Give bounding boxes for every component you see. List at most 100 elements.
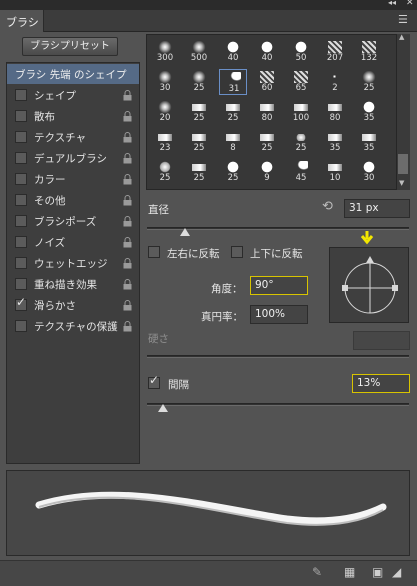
angle-roundness-widget[interactable] bbox=[329, 247, 409, 323]
brush-tip-item[interactable]: 25 bbox=[287, 129, 315, 155]
brush-option-item[interactable]: 滑らかさ bbox=[7, 295, 139, 316]
brush-tip-item[interactable]: 10 bbox=[321, 159, 349, 185]
brush-tip-item[interactable]: 60 bbox=[253, 69, 281, 95]
brush-tip-item[interactable]: 35 bbox=[321, 129, 349, 155]
brush-tip-item[interactable]: 23 bbox=[151, 129, 179, 155]
brush-tip-item[interactable]: 25 bbox=[253, 129, 281, 155]
brush-tip-item[interactable]: 31 bbox=[219, 69, 247, 95]
brush-tip-item[interactable]: 2 bbox=[321, 69, 349, 95]
lock-icon[interactable] bbox=[123, 153, 132, 164]
diameter-label: 直径 bbox=[148, 204, 169, 216]
scroll-up-icon[interactable]: ▲ bbox=[399, 33, 404, 41]
brush-option-checkbox[interactable] bbox=[15, 152, 27, 164]
lock-icon[interactable] bbox=[123, 174, 132, 185]
brush-option-item[interactable]: ウェットエッジ bbox=[7, 253, 139, 274]
roundness-input[interactable]: 100% bbox=[250, 305, 308, 324]
diameter-slider-knob[interactable] bbox=[180, 228, 190, 236]
lock-icon[interactable] bbox=[123, 279, 132, 290]
brush-tip-item[interactable]: 25 bbox=[151, 159, 179, 185]
close-icon[interactable]: ✕ bbox=[406, 0, 414, 8]
reset-size-icon[interactable]: ⟲ bbox=[322, 199, 333, 214]
brush-option-item[interactable]: デュアルブラシ bbox=[7, 148, 139, 169]
flip-y-checkbox[interactable] bbox=[231, 246, 243, 258]
brush-tip-item[interactable]: 80 bbox=[253, 99, 281, 125]
hardness-slider[interactable] bbox=[147, 355, 409, 358]
flip-x-checkbox[interactable] bbox=[148, 246, 160, 258]
lock-icon[interactable] bbox=[123, 111, 132, 122]
brush-tip-item[interactable]: 65 bbox=[287, 69, 315, 95]
brush-option-item[interactable]: 重ね描き効果 bbox=[7, 274, 139, 295]
brush-tip-item[interactable]: 80 bbox=[321, 99, 349, 125]
brush-tip-item[interactable]: 40 bbox=[253, 39, 281, 65]
toggle-brush-preview-icon[interactable]: ✎ bbox=[312, 565, 322, 579]
lock-icon[interactable] bbox=[123, 300, 132, 311]
hardness-input[interactable] bbox=[353, 331, 410, 350]
brush-tip-item[interactable]: 132 bbox=[355, 39, 383, 65]
spacing-checkbox[interactable] bbox=[148, 373, 160, 389]
section-brush-tip-shape[interactable]: ブラシ 先端 のシェイプ bbox=[7, 64, 139, 84]
brush-option-item[interactable]: 散布 bbox=[7, 106, 139, 127]
brush-option-checkbox[interactable] bbox=[15, 173, 27, 185]
brush-tip-item[interactable]: 100 bbox=[287, 99, 315, 125]
brush-option-checkbox[interactable] bbox=[15, 236, 27, 248]
grid-icon[interactable]: ▦ bbox=[344, 565, 355, 579]
brush-tip-item[interactable]: 25 bbox=[185, 99, 213, 125]
brush-tip-item[interactable]: 25 bbox=[219, 99, 247, 125]
brush-option-checkbox[interactable] bbox=[15, 278, 27, 290]
brush-tip-item[interactable]: 300 bbox=[151, 39, 179, 65]
brush-tip-item[interactable]: 9 bbox=[253, 159, 281, 185]
brush-option-checkbox[interactable] bbox=[15, 295, 27, 311]
brush-tip-item[interactable]: 35 bbox=[355, 129, 383, 155]
lock-icon[interactable] bbox=[123, 237, 132, 248]
brush-tip-item[interactable]: 25 bbox=[185, 159, 213, 185]
brush-tip-item[interactable]: 500 bbox=[185, 39, 213, 65]
lock-icon[interactable] bbox=[123, 258, 132, 269]
lock-icon[interactable] bbox=[123, 132, 132, 143]
collapse-icon[interactable]: ◂◂ bbox=[388, 0, 396, 7]
brush-option-checkbox[interactable] bbox=[15, 131, 27, 143]
brush-tip-item[interactable]: 30 bbox=[151, 69, 179, 95]
brush-option-checkbox[interactable] bbox=[15, 89, 27, 101]
brush-tip-grid[interactable]: 300 500 40 40 50 207 132 30 25 31 60 65 2 25 20 25 25 80 1… bbox=[146, 34, 410, 190]
brush-option-checkbox[interactable] bbox=[15, 194, 27, 206]
brush-option-checkbox[interactable] bbox=[15, 110, 27, 122]
tab-brush[interactable]: ブラシ bbox=[0, 10, 44, 32]
lock-icon[interactable] bbox=[123, 195, 132, 206]
angle-input[interactable]: 90° bbox=[250, 276, 308, 295]
diameter-input[interactable]: 31 px bbox=[344, 199, 410, 218]
spacing-slider[interactable] bbox=[147, 403, 409, 406]
lock-icon[interactable] bbox=[123, 321, 132, 332]
brush-option-item[interactable]: テクスチャ bbox=[7, 127, 139, 148]
brush-option-item[interactable]: テクスチャの保護 bbox=[7, 316, 139, 337]
brush-tip-item[interactable]: 40 bbox=[219, 39, 247, 65]
lock-icon[interactable] bbox=[123, 90, 132, 101]
brush-tip-item[interactable]: 35 bbox=[355, 99, 383, 125]
brush-tip-item[interactable]: 25 bbox=[185, 129, 213, 155]
brush-tip-item[interactable]: 20 bbox=[151, 99, 179, 125]
brush-tip-item[interactable]: 25 bbox=[219, 159, 247, 185]
brush-tip-item[interactable]: 45 bbox=[287, 159, 315, 185]
brush-option-item[interactable]: ノイズ bbox=[7, 232, 139, 253]
spacing-input[interactable]: 13% bbox=[352, 374, 410, 393]
brush-tip-item[interactable]: 50 bbox=[287, 39, 315, 65]
brush-option-checkbox[interactable] bbox=[15, 257, 27, 269]
brush-tip-item[interactable]: 25 bbox=[355, 69, 383, 95]
brush-option-checkbox[interactable] bbox=[15, 320, 27, 332]
brush-option-item[interactable]: ブラシポーズ bbox=[7, 211, 139, 232]
scroll-down-icon[interactable]: ▼ bbox=[399, 179, 404, 187]
brush-preset-button[interactable]: ブラシプリセット bbox=[22, 37, 118, 56]
scroll-thumb[interactable] bbox=[398, 154, 408, 174]
brush-option-checkbox[interactable] bbox=[15, 215, 27, 227]
brush-tip-item[interactable]: 8 bbox=[219, 129, 247, 155]
resize-icon[interactable]: ◢ bbox=[392, 565, 401, 579]
brush-option-item[interactable]: シェイプ bbox=[7, 85, 139, 106]
brush-tip-item[interactable]: 30 bbox=[355, 159, 383, 185]
lock-icon[interactable] bbox=[123, 216, 132, 227]
brush-tip-item[interactable]: 25 bbox=[185, 69, 213, 95]
brush-option-item[interactable]: その他 bbox=[7, 190, 139, 211]
brush-tip-item[interactable]: 207 bbox=[321, 39, 349, 65]
spacing-slider-knob[interactable] bbox=[158, 404, 168, 412]
new-brush-icon[interactable]: ▣ bbox=[372, 565, 383, 579]
brush-option-item[interactable]: カラー bbox=[7, 169, 139, 190]
panel-menu-icon[interactable]: ☰ bbox=[398, 13, 408, 26]
